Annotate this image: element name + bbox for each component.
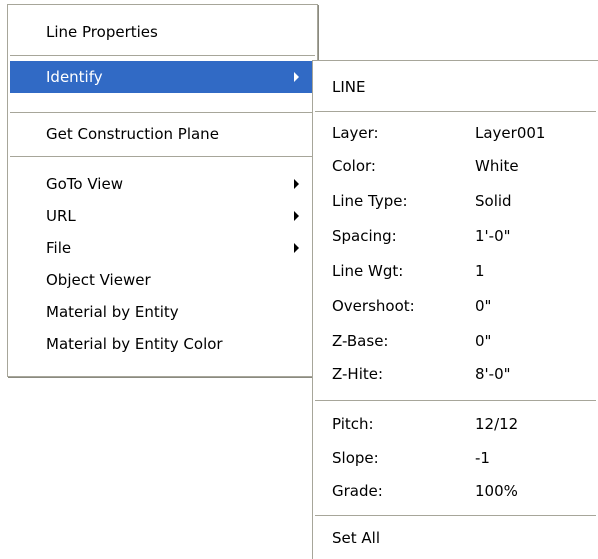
property-value: White bbox=[475, 157, 519, 175]
menu-separator bbox=[10, 112, 315, 113]
menu-item-material-by-entity-color[interactable]: Material by Entity Color bbox=[10, 328, 315, 360]
menu-separator bbox=[10, 156, 315, 157]
menu-item-line-properties[interactable]: Line Properties bbox=[10, 16, 315, 48]
menu-item-object-viewer[interactable]: Object Viewer bbox=[10, 264, 315, 296]
menu-separator bbox=[315, 515, 596, 516]
property-label: Line Wgt: bbox=[332, 262, 404, 280]
menu-item-label: Object Viewer bbox=[46, 271, 151, 289]
property-label: Layer: bbox=[332, 124, 379, 142]
submenu-arrow-icon bbox=[294, 243, 299, 253]
menu-separator bbox=[10, 55, 315, 56]
menu-separator bbox=[315, 111, 596, 112]
slope-row[interactable]: Grade: 100% bbox=[313, 474, 598, 508]
property-row[interactable]: Line Type: Solid bbox=[313, 184, 598, 218]
menu-item-file[interactable]: File bbox=[10, 232, 315, 264]
property-label: Z-Base: bbox=[332, 332, 389, 350]
property-value: 0" bbox=[475, 332, 492, 350]
property-label: Line Type: bbox=[332, 192, 408, 210]
menu-item-label: Material by Entity bbox=[46, 303, 179, 321]
menu-item-get-construction-plane[interactable]: Get Construction Plane bbox=[10, 118, 315, 150]
property-row[interactable]: Color: White bbox=[313, 149, 598, 183]
property-value: 1 bbox=[475, 262, 485, 280]
entity-type-title: LINE bbox=[332, 78, 366, 96]
menu-separator bbox=[315, 400, 596, 401]
menu-item-label: Identify bbox=[46, 68, 103, 86]
submenu-arrow-icon bbox=[294, 179, 299, 189]
menu-item-material-by-entity[interactable]: Material by Entity bbox=[10, 296, 315, 328]
context-menu: Line Properties Identify Get Constructio… bbox=[7, 4, 318, 377]
property-value: 8'-0" bbox=[475, 365, 511, 383]
property-value: 1'-0" bbox=[475, 227, 511, 245]
property-row[interactable]: Overshoot: 0" bbox=[313, 289, 598, 323]
set-all-label: Set All bbox=[332, 529, 380, 547]
property-row[interactable]: Line Wgt: 1 bbox=[313, 254, 598, 288]
slope-value: 100% bbox=[475, 482, 518, 500]
property-row[interactable]: Z-Base: 0" bbox=[313, 324, 598, 358]
slope-value: 12/12 bbox=[475, 415, 519, 433]
menu-item-label: Line Properties bbox=[46, 23, 158, 41]
slope-label: Pitch: bbox=[332, 415, 374, 433]
menu-item-identify[interactable]: Identify bbox=[10, 61, 315, 93]
slope-label: Slope: bbox=[332, 449, 379, 467]
menu-item-label: GoTo View bbox=[46, 175, 123, 193]
property-value: 0" bbox=[475, 297, 492, 315]
submenu-arrow-icon bbox=[294, 72, 299, 82]
menu-item-goto-view[interactable]: GoTo View bbox=[10, 168, 315, 200]
slope-row[interactable]: Slope: -1 bbox=[313, 441, 598, 475]
menu-item-label: File bbox=[46, 239, 72, 257]
menu-item-url[interactable]: URL bbox=[10, 200, 315, 232]
set-all-item[interactable]: Set All bbox=[313, 521, 598, 555]
property-label: Spacing: bbox=[332, 227, 397, 245]
property-value: Layer001 bbox=[475, 124, 546, 142]
property-label: Color: bbox=[332, 157, 376, 175]
property-value: Solid bbox=[475, 192, 512, 210]
submenu-arrow-icon bbox=[294, 211, 299, 221]
property-label: Overshoot: bbox=[332, 297, 415, 315]
menu-item-label: Material by Entity Color bbox=[46, 335, 223, 353]
property-row[interactable]: Spacing: 1'-0" bbox=[313, 219, 598, 253]
slope-label: Grade: bbox=[332, 482, 383, 500]
menu-item-label: Get Construction Plane bbox=[46, 125, 219, 143]
slope-row[interactable]: Pitch: 12/12 bbox=[313, 407, 598, 441]
slope-value: -1 bbox=[475, 449, 490, 467]
property-row[interactable]: Layer: Layer001 bbox=[313, 116, 598, 150]
menu-item-label: URL bbox=[46, 207, 76, 225]
property-label: Z-Hite: bbox=[332, 365, 384, 383]
property-row[interactable]: Z-Hite: 8'-0" bbox=[313, 357, 598, 391]
identify-submenu: LINE Layer: Layer001 Color: White Line T… bbox=[312, 60, 598, 559]
